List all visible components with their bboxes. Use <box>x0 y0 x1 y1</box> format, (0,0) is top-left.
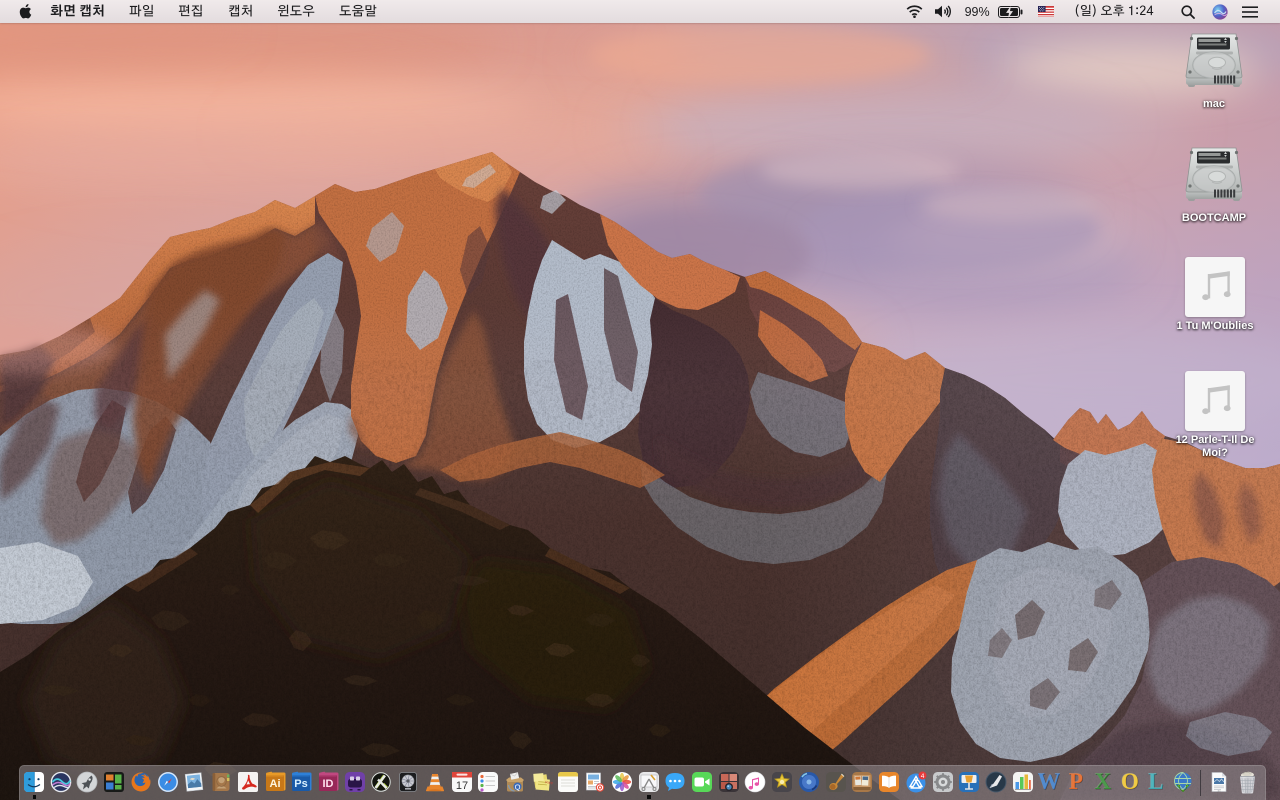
svg-text:4: 4 <box>920 773 924 780</box>
svg-text:P: P <box>1069 771 1083 793</box>
svg-text:W: W <box>1038 771 1060 793</box>
svg-text:17: 17 <box>455 780 467 792</box>
svg-text:Rapp: Rapp <box>545 780 553 785</box>
svg-text:Ps: Ps <box>294 778 307 790</box>
svg-text:ID: ID <box>322 778 333 790</box>
svg-text:Q: Q <box>515 782 521 791</box>
svg-text:Ai: Ai <box>269 778 280 790</box>
svg-text:X: X <box>1094 771 1111 793</box>
svg-text:L: L <box>1148 771 1163 793</box>
svg-text:O: O <box>1120 771 1138 793</box>
